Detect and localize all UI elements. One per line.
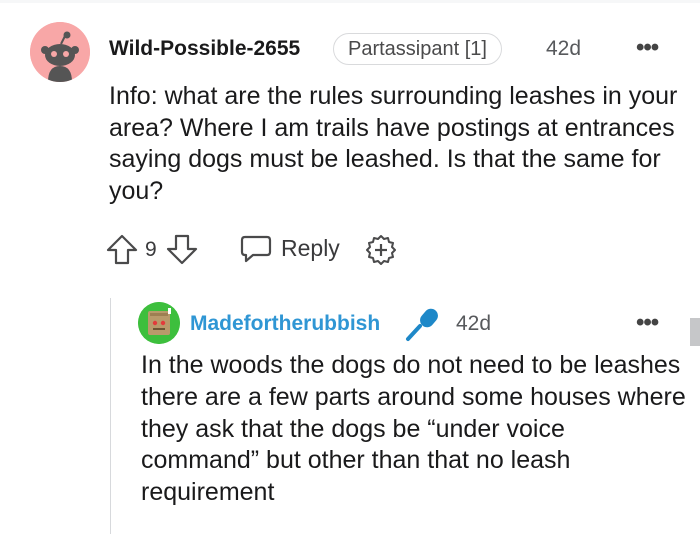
more-options-icon[interactable]: ••• xyxy=(636,34,659,62)
vote-count: 9 xyxy=(145,238,157,261)
downvote-icon[interactable] xyxy=(165,232,199,271)
comment-body: Info: what are the rules surrounding lea… xyxy=(109,82,678,205)
user-flair-badge: Partassipant [1] xyxy=(333,33,502,65)
reply-button[interactable]: Reply xyxy=(281,235,340,262)
upvote-icon[interactable] xyxy=(105,232,139,271)
reply-avatar-icon[interactable] xyxy=(138,302,180,344)
thread-line[interactable] xyxy=(110,298,111,534)
reply-icon[interactable] xyxy=(239,233,273,270)
reply-timestamp: 42d xyxy=(456,312,492,335)
top-divider xyxy=(0,0,700,3)
reply-username[interactable]: Madefortherubbish xyxy=(190,312,380,336)
microphone-icon xyxy=(402,306,442,347)
scrollbar[interactable] xyxy=(690,318,700,346)
reply-body: In the woods the dogs do not need to be … xyxy=(141,351,686,507)
reddit-avatar-icon[interactable] xyxy=(30,22,90,82)
more-options-icon[interactable]: ••• xyxy=(636,309,659,337)
comment-timestamp: 42d xyxy=(546,37,582,60)
award-icon[interactable] xyxy=(365,234,397,271)
comment-username[interactable]: Wild-Possible-2655 xyxy=(109,37,300,61)
